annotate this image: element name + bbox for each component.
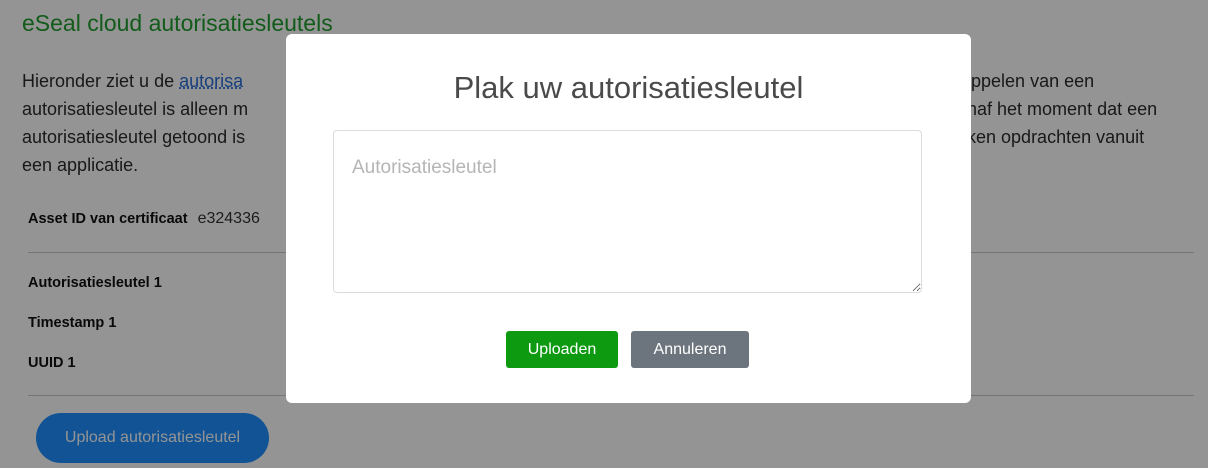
authorization-key-textarea[interactable] — [333, 130, 922, 293]
uploaden-button[interactable]: Uploaden — [506, 331, 618, 368]
annuleren-button[interactable]: Annuleren — [631, 331, 749, 368]
paste-key-modal: Plak uw autorisatiesleutel Uploaden Annu… — [286, 34, 971, 403]
modal-title: Plak uw autorisatiesleutel — [453, 70, 804, 105]
